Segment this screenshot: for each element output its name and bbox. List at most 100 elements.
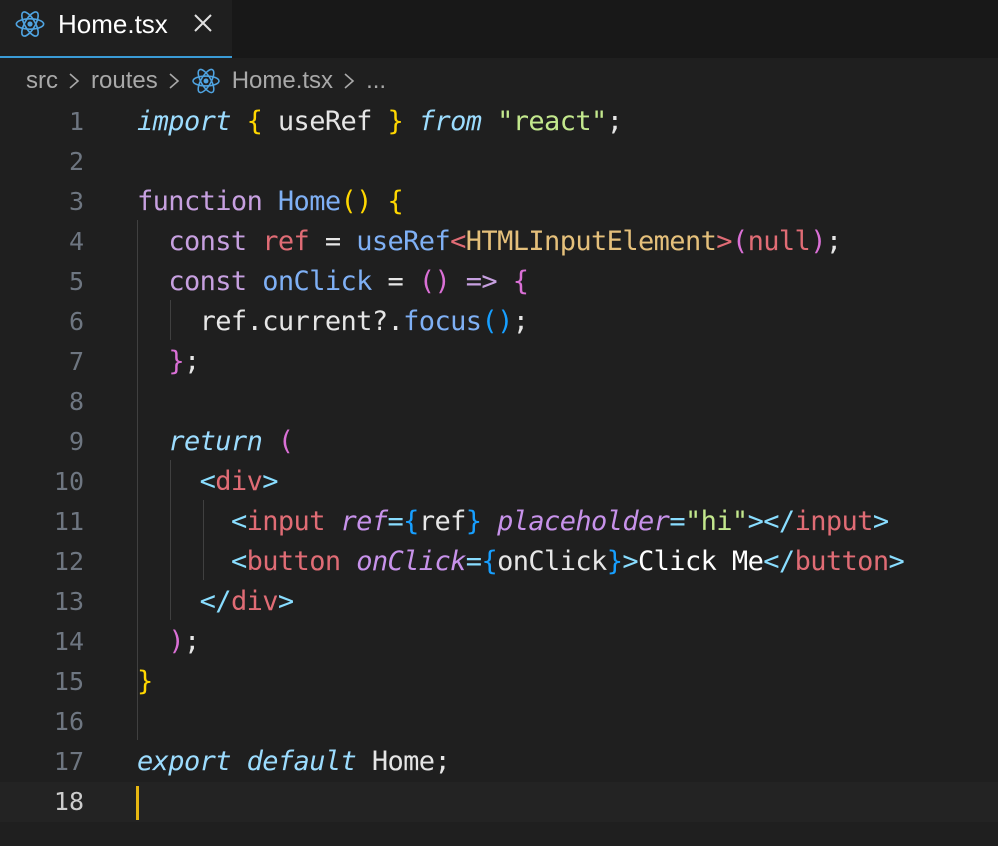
code-line[interactable]: 12 <button onClick={onClick}>Click Me</b…	[0, 542, 998, 582]
code-token: "react"	[497, 106, 607, 137]
line-number: 14	[53, 627, 84, 656]
code-line[interactable]: 8	[0, 382, 998, 422]
code-token: Home	[277, 186, 341, 217]
code-line[interactable]: 1 import { useRef } from "react";	[0, 102, 998, 142]
code-token: useRef	[262, 106, 388, 137]
code-token: ref	[418, 506, 467, 537]
code-token: </	[199, 586, 232, 617]
code-line[interactable]: 15}	[0, 662, 998, 702]
code-token: }	[606, 546, 623, 577]
code-line[interactable]: 13 </div>	[0, 582, 998, 622]
breadcrumb: src routes Home.tsx ...	[26, 64, 386, 98]
code-line[interactable]: 11 <input ref={ref} placeholder="hi"></i…	[0, 502, 998, 542]
code-token: onClick	[497, 546, 607, 577]
code-line[interactable]: 14 );	[0, 622, 998, 662]
line-number: 9	[68, 427, 84, 456]
code-line[interactable]: 9 return (	[0, 422, 998, 462]
code-line[interactable]: 16	[0, 702, 998, 742]
code-token: {	[246, 106, 263, 137]
code-line[interactable]: 2	[0, 142, 998, 182]
code-text: <input ref={ref} placeholder="hi"></inpu…	[137, 502, 889, 542]
code-editor[interactable]: 1 import { useRef } from "react"; 2 3 functi…	[0, 100, 998, 846]
code-token: button	[794, 546, 890, 577]
close-icon[interactable]	[190, 10, 216, 36]
react-icon	[15, 11, 45, 37]
code-token: Click Me	[638, 546, 764, 577]
code-token: =	[371, 266, 419, 297]
line-number: 12	[53, 547, 84, 576]
code-token: div	[215, 466, 263, 497]
tab-home-tsx[interactable]: Home.tsx	[0, 0, 232, 58]
code-text: <div>	[137, 462, 279, 502]
code-token: (	[277, 426, 294, 457]
code-token: const	[168, 226, 247, 257]
code-text: export default Home;	[137, 742, 451, 782]
code-token: ref	[340, 506, 389, 537]
code-text: const ref = useRef<HTMLInputElement>(nul…	[137, 222, 842, 262]
code-token: ;	[512, 306, 529, 337]
code-text: }	[137, 662, 153, 702]
text-cursor	[136, 786, 139, 820]
line-number: 2	[68, 147, 84, 176]
breadcrumb-item-home-tsx[interactable]: Home.tsx	[232, 67, 333, 95]
chevron-right-icon	[344, 73, 355, 89]
line-number: 4	[68, 227, 84, 256]
line-number: 18	[53, 787, 84, 816]
code-token: export	[137, 746, 232, 777]
code-token: =	[309, 226, 357, 257]
code-token: ;	[606, 106, 623, 137]
code-line[interactable]: 5 const onClick = () => {	[0, 262, 998, 302]
code-text: import { useRef } from "react";	[137, 102, 623, 142]
chevron-right-icon	[69, 73, 80, 89]
code-line[interactable]: 7 };	[0, 342, 998, 382]
code-line[interactable]: 4 const ref = useRef<HTMLInputElement>(n…	[0, 222, 998, 262]
code-token: )	[810, 226, 826, 257]
code-token: return	[168, 426, 263, 457]
line-number: 10	[53, 467, 84, 496]
code-token: (	[731, 226, 748, 257]
code-token: function	[137, 186, 263, 217]
code-text: function Home() {	[137, 182, 404, 222]
breadcrumb-item-symbols[interactable]: ...	[366, 67, 386, 95]
code-line[interactable]: 10 <div>	[0, 462, 998, 502]
code-token: ()	[481, 306, 513, 337]
code-token: default	[246, 746, 357, 777]
code-text: </div>	[137, 582, 295, 622]
code-token: }	[387, 106, 404, 137]
breadcrumb-item-src[interactable]: src	[26, 67, 58, 95]
code-line[interactable]: 18	[0, 782, 998, 822]
line-number: 8	[68, 387, 84, 416]
code-token: ></	[747, 506, 796, 537]
code-token: }	[465, 506, 482, 537]
code-token: onClick	[262, 266, 372, 297]
breadcrumb-item-routes[interactable]: routes	[91, 67, 158, 95]
code-line[interactable]: 6 ref.current?.focus();	[0, 302, 998, 342]
code-token: "hi"	[684, 506, 748, 537]
code-line[interactable]: 17 export default Home;	[0, 742, 998, 782]
code-line[interactable]: 3 function Home() {	[0, 182, 998, 222]
chevron-right-icon	[169, 73, 179, 89]
code-token: <	[199, 466, 216, 497]
code-token: >	[716, 226, 732, 257]
code-token: >	[872, 506, 889, 537]
code-token: const	[168, 266, 247, 297]
code-token: input	[794, 506, 874, 537]
line-number: 15	[53, 667, 84, 696]
